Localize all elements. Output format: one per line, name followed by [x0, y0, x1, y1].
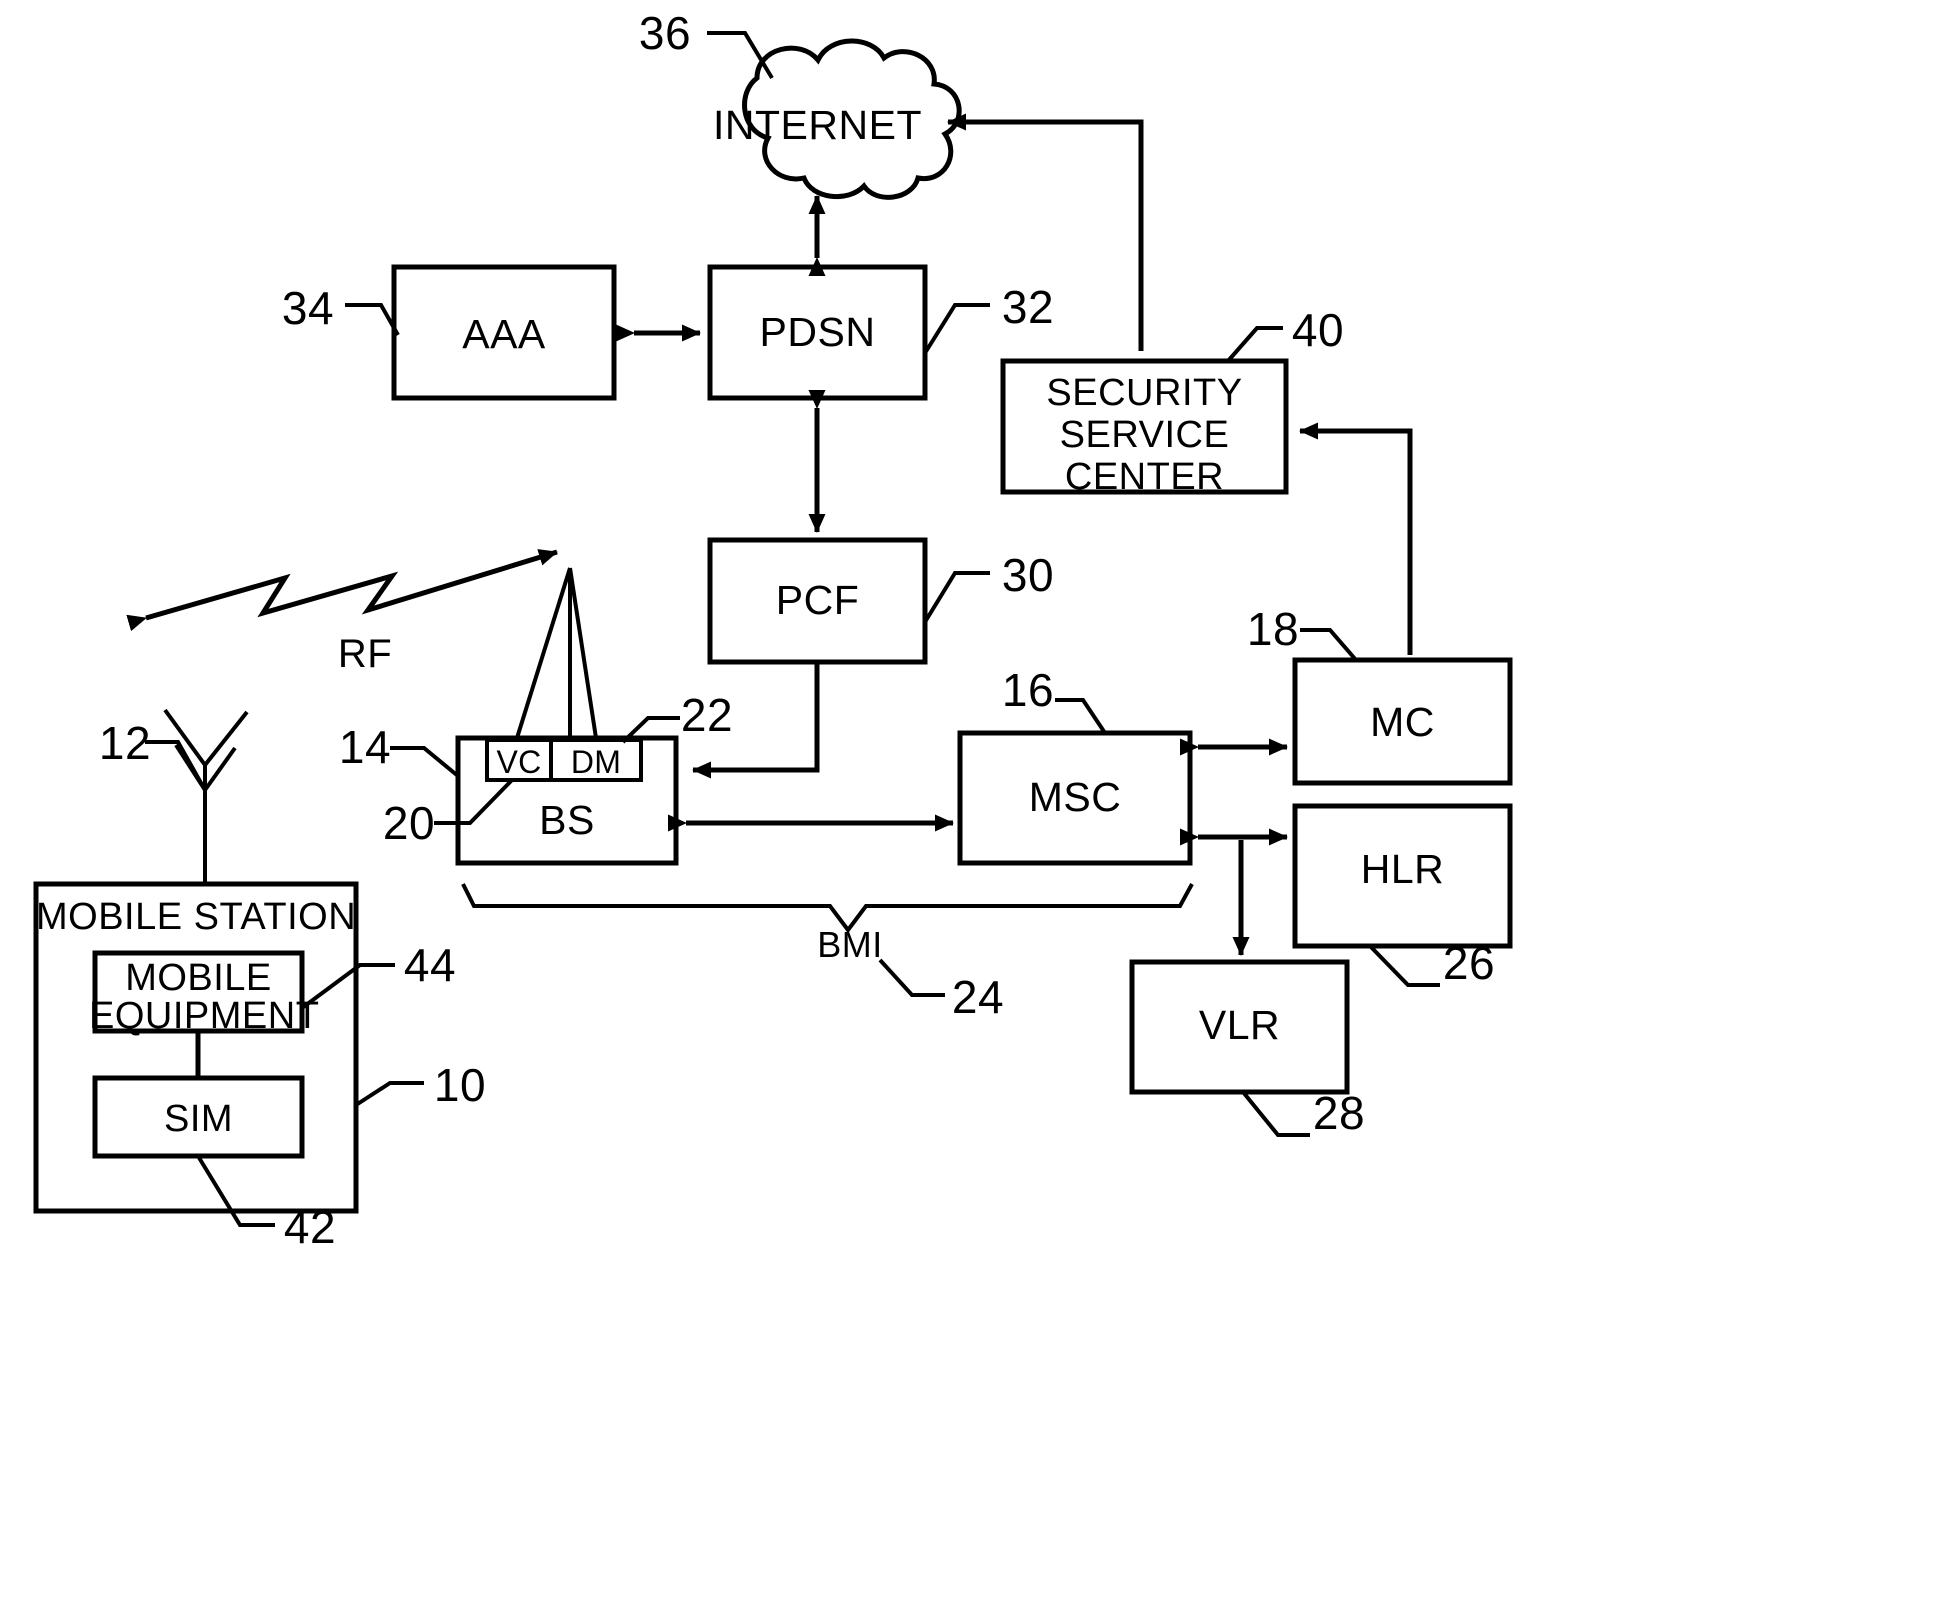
leader-10	[354, 1081, 424, 1107]
pdsn-label: PDSN	[759, 309, 876, 355]
msc-label: MSC	[1028, 774, 1122, 820]
ssc-label-line3: CENTER	[1064, 456, 1225, 498]
aaa-label: AAA	[462, 311, 546, 357]
mobile-equipment-label-line2: EQUIPMENT	[89, 995, 320, 1037]
dm-label: DM	[570, 744, 622, 780]
leader-32	[923, 303, 990, 355]
ref-18: 18	[1246, 603, 1300, 655]
ref-16: 16	[1001, 664, 1055, 716]
vlr-label: VLR	[1198, 1002, 1281, 1048]
arrow-mc-ssc	[1299, 422, 1413, 655]
sim-label: SIM	[163, 1098, 234, 1140]
rf-label: RF	[337, 632, 393, 676]
leader-26	[1368, 944, 1440, 987]
ref-34: 34	[281, 282, 335, 334]
ssc-label-line1: SECURITY	[1046, 372, 1243, 414]
ref-22: 22	[680, 689, 734, 741]
mobile-antenna-shape	[163, 708, 249, 884]
ref-26: 26	[1442, 937, 1496, 989]
leader-18	[1300, 628, 1358, 662]
bs-tower-antenna-shape	[515, 567, 598, 739]
rf-lightning-path	[126, 549, 558, 632]
ref-14: 14	[338, 721, 392, 773]
leader-28	[1241, 1090, 1310, 1137]
vc-label: VC	[496, 744, 542, 780]
ref-30: 30	[1001, 549, 1055, 601]
internet-label: INTERNET	[713, 102, 922, 148]
ref-40: 40	[1291, 304, 1345, 356]
ref-20: 20	[382, 797, 436, 849]
ssc-label-line2: SERVICE	[1059, 414, 1230, 456]
ref-32: 32	[1001, 281, 1055, 333]
ref-44: 44	[403, 939, 457, 991]
pcf-label: PCF	[775, 577, 860, 623]
ref-28: 28	[1312, 1087, 1366, 1139]
ref-36: 36	[638, 7, 692, 59]
hlr-label: HLR	[1360, 846, 1445, 892]
leader-14	[390, 746, 460, 778]
ref-12: 12	[98, 717, 152, 769]
leader-30	[923, 571, 990, 624]
bs-label: BS	[539, 797, 595, 843]
mobile-station-label: MOBILE STATION	[36, 896, 357, 938]
bmi-label: BMI	[817, 924, 883, 965]
mobile-equipment-label-line1: MOBILE	[125, 957, 272, 999]
ref-42: 42	[283, 1201, 337, 1253]
ref-24: 24	[951, 971, 1005, 1023]
leader-34	[345, 303, 400, 336]
ref-10: 10	[433, 1059, 487, 1111]
leader-40	[1226, 326, 1283, 363]
patent-figure-canvas: INTERNET 36 AAA 34 PDSN 32 PCF 30 SECURI…	[0, 0, 1935, 1603]
mc-label: MC	[1370, 699, 1435, 745]
